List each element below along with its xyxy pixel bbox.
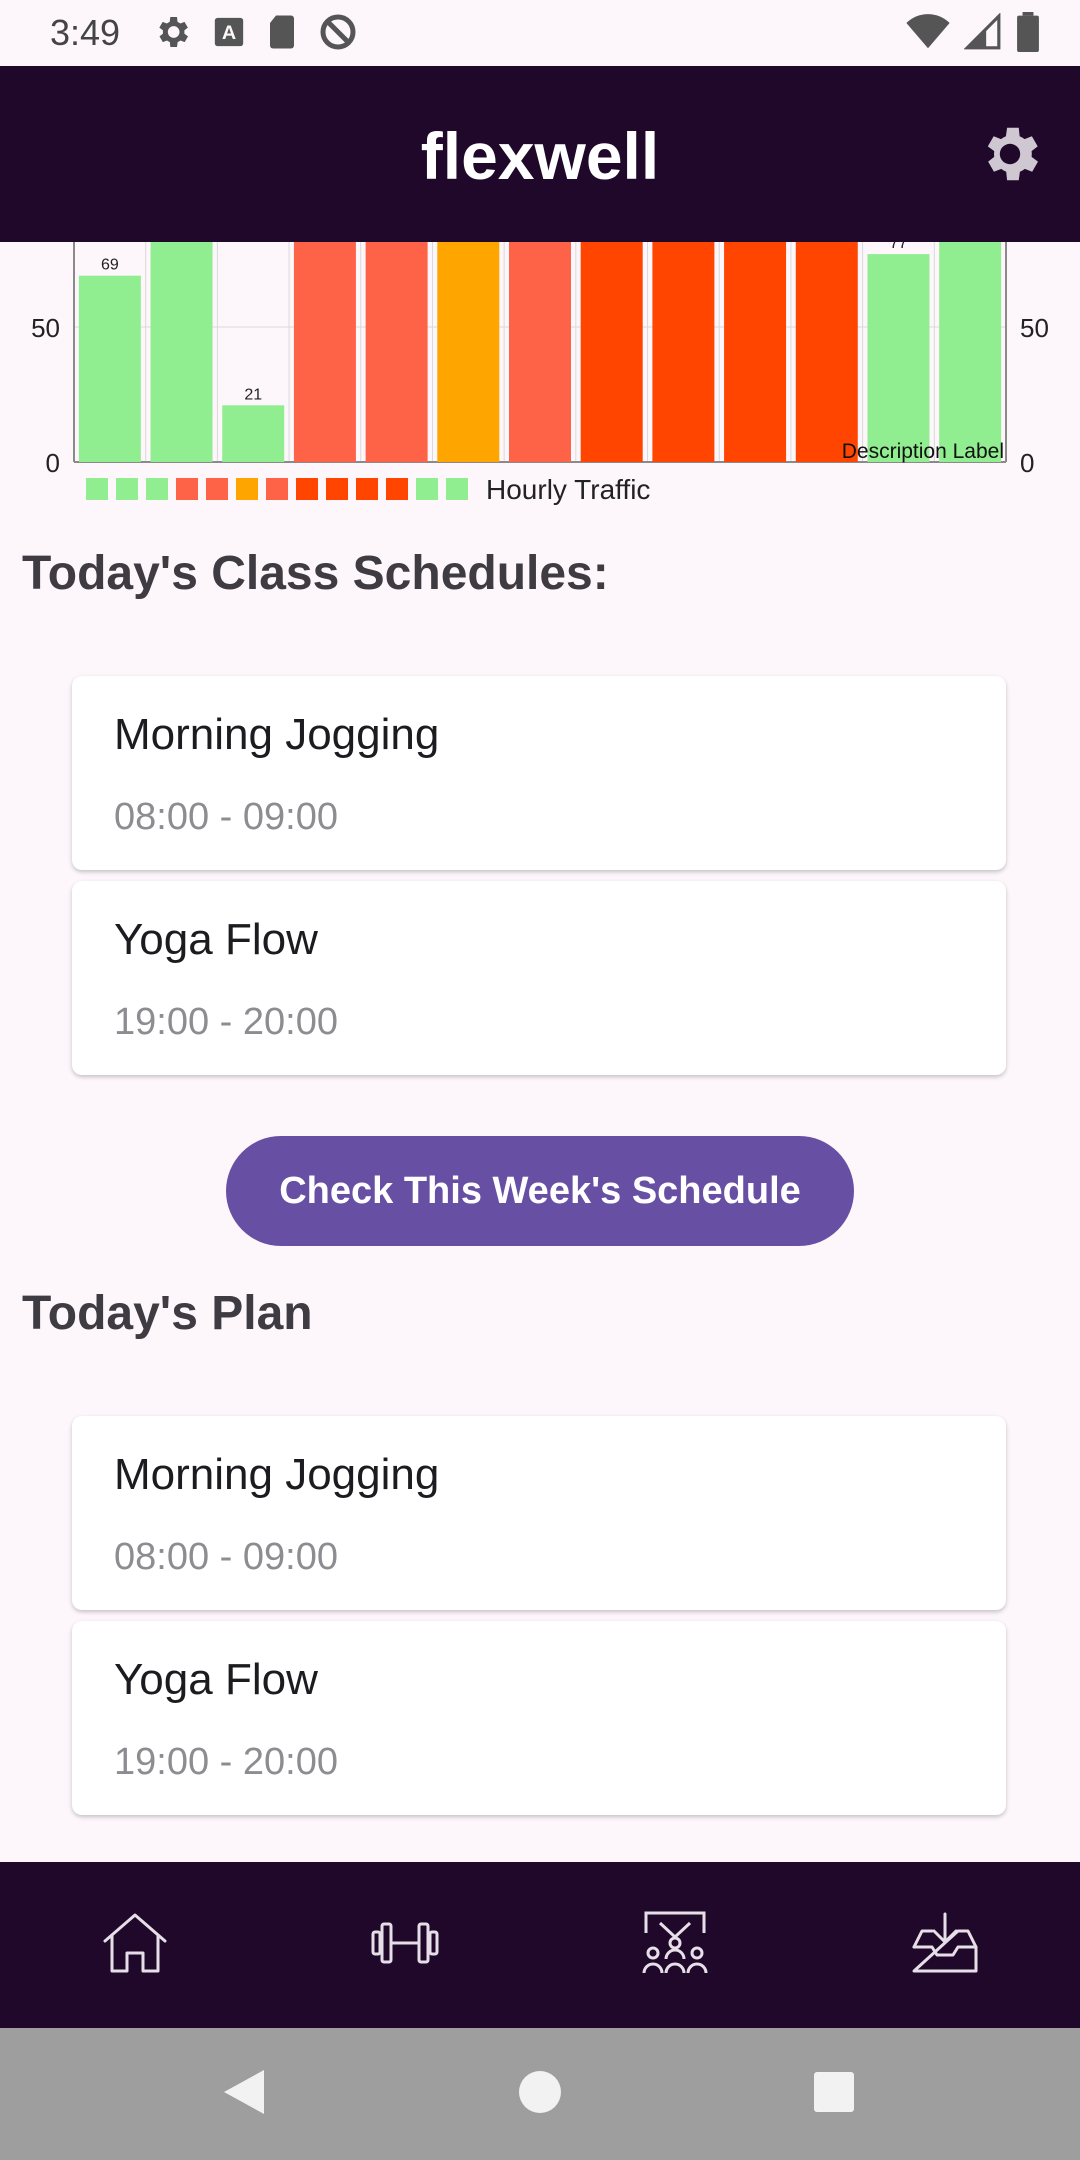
chart-bar — [293, 242, 356, 462]
chart-bar — [150, 242, 213, 462]
home-circle-icon — [516, 2068, 564, 2121]
nav-classes[interactable] — [540, 1862, 810, 2028]
hourly-traffic-chart: 0 0 50 50 69 21 77 Description Label Hourly Traf… — [31, 242, 1049, 505]
signal-icon — [963, 11, 1002, 56]
legend-swatch — [176, 478, 198, 500]
plan-time: 08:00 - 09:00 — [114, 1536, 338, 1578]
class-schedules-heading: Today's Class Schedules: — [22, 547, 609, 600]
legend-swatch — [206, 478, 228, 500]
legend-swatch — [446, 478, 468, 500]
group-class-icon — [640, 1909, 710, 1982]
chart-bar — [580, 242, 643, 462]
y-axis-tick-label-right: 50 — [1020, 313, 1049, 343]
svg-text:A: A — [222, 22, 236, 44]
status-bar: 3:49 A — [0, 0, 1080, 66]
legend-swatch — [266, 478, 288, 500]
plan-time: 19:00 - 20:00 — [114, 1741, 338, 1783]
status-time: 3:49 — [50, 12, 121, 53]
legend-swatch — [416, 478, 438, 500]
status-icons-right — [906, 11, 1040, 57]
settings-button[interactable] — [970, 116, 1050, 196]
inbox-download-icon — [910, 1911, 980, 1980]
system-home-button[interactable] — [504, 2058, 576, 2130]
chart-bar — [509, 242, 571, 462]
sd-card-icon — [266, 14, 298, 55]
hourly-traffic-chart-container: 0 0 50 50 69 21 77 Description Label Hourly Traf… — [0, 242, 1080, 514]
y-axis-tick-label-left: 0 — [46, 448, 60, 478]
chart-data-label: 21 — [244, 386, 262, 403]
chart-bar — [437, 242, 500, 462]
app-bar: flexwell — [0, 66, 1080, 242]
dumbbell-icon — [370, 1918, 440, 1973]
legend-swatch — [356, 478, 378, 500]
chart-data-label: 69 — [101, 257, 119, 274]
nav-workouts[interactable] — [270, 1862, 540, 2028]
back-triangle-icon — [220, 2066, 268, 2123]
gear-icon — [152, 12, 192, 57]
class-schedule-card[interactable]: Yoga Flow 19:00 - 20:00 — [72, 881, 1006, 1075]
plan-heading: Today's Plan — [22, 1287, 313, 1340]
legend-swatch — [386, 478, 408, 500]
class-time: 08:00 - 09:00 — [114, 796, 338, 838]
chart-bar — [652, 242, 715, 462]
legend-swatch — [86, 478, 108, 500]
nav-downloads[interactable] — [810, 1862, 1080, 2028]
chart-data-label: 77 — [890, 242, 908, 252]
no-sync-icon — [318, 12, 358, 57]
class-time: 19:00 - 20:00 — [114, 1001, 338, 1043]
class-title: Yoga Flow — [114, 915, 318, 964]
recents-square-icon — [812, 2070, 856, 2119]
system-nav-bar — [0, 2028, 1080, 2160]
class-title: Morning Jogging — [114, 710, 440, 759]
battery-icon — [1016, 11, 1040, 57]
legend-swatch — [146, 478, 168, 500]
chart-bar — [795, 242, 858, 462]
chart-bar — [867, 254, 930, 462]
plan-card[interactable]: Yoga Flow 19:00 - 20:00 — [72, 1621, 1006, 1815]
home-icon — [100, 1911, 170, 1980]
plan-title: Yoga Flow — [114, 1655, 318, 1704]
y-axis-tick-label-right: 0 — [1020, 448, 1034, 478]
legend-label: Hourly Traffic — [486, 474, 650, 505]
chart-bar — [78, 275, 141, 462]
class-schedule-card[interactable]: Morning Jogging 08:00 - 09:00 — [72, 676, 1006, 870]
legend-swatch — [116, 478, 138, 500]
chart-bar — [939, 242, 1002, 462]
system-back-button[interactable] — [208, 2058, 280, 2130]
legend-swatch — [296, 478, 318, 500]
gear-icon — [975, 119, 1045, 194]
system-recents-button[interactable] — [798, 2058, 870, 2130]
bottom-nav — [0, 1862, 1080, 2028]
chart-bar — [724, 242, 787, 462]
check-week-schedule-button[interactable]: Check This Week's Schedule — [226, 1136, 854, 1246]
chart-description-label: Description Label — [842, 440, 1004, 463]
legend-swatch — [326, 478, 348, 500]
plan-title: Morning Jogging — [114, 1450, 440, 1499]
wifi-icon — [906, 13, 950, 55]
text-a-icon: A — [212, 15, 246, 54]
chart-bar — [365, 242, 428, 462]
y-axis-tick-label-left: 50 — [31, 313, 60, 343]
plan-card[interactable]: Morning Jogging 08:00 - 09:00 — [72, 1416, 1006, 1610]
app-title: flexwell — [420, 119, 660, 193]
nav-home[interactable] — [0, 1862, 270, 2028]
legend-swatch — [236, 478, 258, 500]
status-icons-left: A — [152, 12, 358, 56]
chart-bar — [222, 405, 285, 462]
